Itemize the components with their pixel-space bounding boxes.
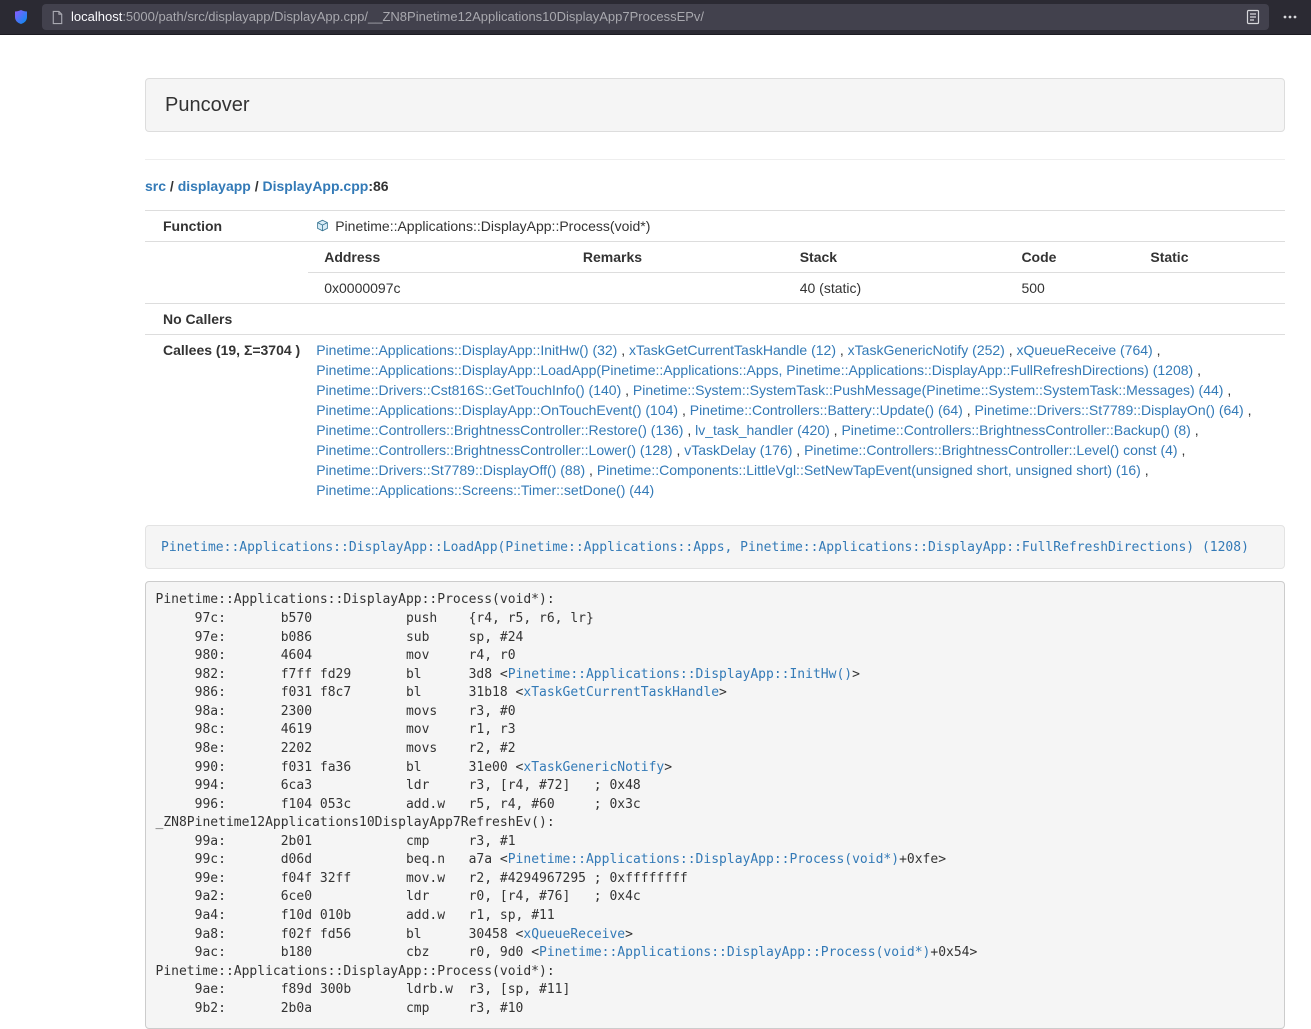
divider bbox=[145, 159, 1285, 160]
code-block: Pinetime::Applications::DisplayApp::Proc… bbox=[145, 581, 1285, 1029]
metric-static bbox=[1142, 272, 1285, 303]
callee-link[interactable]: xTaskGenericNotify (252) bbox=[848, 342, 1005, 358]
page-container: Puncover src / displayapp / DisplayApp.c… bbox=[145, 35, 1285, 1029]
column-static: Static bbox=[1142, 242, 1285, 273]
no-callers-label: No Callers bbox=[145, 303, 308, 334]
function-label: Function bbox=[145, 210, 308, 241]
page-title: Puncover bbox=[165, 94, 250, 116]
code-symbol-link[interactable]: xTaskGetCurrentTaskHandle bbox=[523, 685, 719, 700]
column-remarks: Remarks bbox=[575, 242, 792, 273]
callees-label: Callees (19, Σ=3704 ) bbox=[145, 334, 308, 505]
callee-link[interactable]: Pinetime::Components::LittleVgl::SetNewT… bbox=[597, 462, 1141, 478]
url-text: localhost:5000/path/src/displayapp/Displ… bbox=[71, 8, 1245, 27]
callee-link[interactable]: Pinetime::Applications::DisplayApp::Load… bbox=[316, 362, 1193, 378]
metric-stack: 40 (static) bbox=[792, 272, 1014, 303]
breadcrumb-line-number: :86 bbox=[368, 178, 388, 194]
code-symbol-link[interactable]: xQueueReceive bbox=[523, 927, 625, 942]
metrics-data-row: 0x0000097c 40 (static) 500 bbox=[308, 272, 1285, 303]
breadcrumb-link[interactable]: src bbox=[145, 178, 166, 194]
metrics-table: Address Remarks Stack Code Static 0x0000… bbox=[308, 242, 1285, 303]
browser-toolbar: localhost:5000/path/src/displayapp/Displ… bbox=[0, 0, 1311, 35]
table-row-callees: Callees (19, Σ=3704 ) Pinetime::Applicat… bbox=[145, 334, 1285, 505]
site-identity-page-icon[interactable] bbox=[50, 10, 65, 25]
url-host: localhost bbox=[71, 9, 122, 24]
callers-cell bbox=[308, 303, 1285, 334]
callee-link[interactable]: Pinetime::System::SystemTask::PushMessag… bbox=[633, 382, 1224, 398]
callee-link[interactable]: Pinetime::Drivers::St7789::DisplayOn() (… bbox=[975, 402, 1244, 418]
callee-link[interactable]: xTaskGetCurrentTaskHandle (12) bbox=[629, 342, 836, 358]
callee-link[interactable]: Pinetime::Controllers::BrightnessControl… bbox=[841, 422, 1190, 438]
code-symbol-link[interactable]: Pinetime::Applications::DisplayApp::Init… bbox=[508, 667, 852, 682]
table-row-function: Function Pinetime::Applications::Display… bbox=[145, 210, 1285, 241]
reader-view-icon[interactable] bbox=[1245, 9, 1261, 25]
tracking-protection-shield-icon[interactable] bbox=[8, 4, 34, 30]
callee-link[interactable]: Pinetime::Drivers::St7789::DisplayOff() … bbox=[316, 462, 585, 478]
metric-remarks bbox=[575, 272, 792, 303]
breadcrumb-link[interactable]: displayapp bbox=[178, 178, 251, 194]
symbol-type-icon bbox=[316, 217, 329, 230]
app-header-panel: Puncover bbox=[145, 78, 1285, 132]
callee-link[interactable]: Pinetime::Drivers::Cst816S::GetTouchInfo… bbox=[316, 382, 621, 398]
callee-link[interactable]: Pinetime::Controllers::BrightnessControl… bbox=[316, 442, 672, 458]
callee-link[interactable]: lv_task_handler (420) bbox=[695, 422, 830, 438]
callee-link[interactable]: Pinetime::Controllers::BrightnessControl… bbox=[316, 422, 683, 438]
callee-link[interactable]: Pinetime::Applications::DisplayApp::OnTo… bbox=[316, 402, 678, 418]
url-path: :5000/path/src/displayapp/DisplayApp.cpp… bbox=[122, 9, 704, 24]
code-symbol-link[interactable]: Pinetime::Applications::DisplayApp::Proc… bbox=[508, 852, 899, 867]
function-name: Pinetime::Applications::DisplayApp::Proc… bbox=[335, 218, 650, 234]
column-stack: Stack bbox=[792, 242, 1014, 273]
function-table: Function Pinetime::Applications::Display… bbox=[145, 210, 1285, 505]
callees-cell: Pinetime::Applications::DisplayApp::Init… bbox=[308, 334, 1285, 505]
callee-link[interactable]: Pinetime::Applications::DisplayApp::Init… bbox=[316, 342, 617, 358]
column-address: Address bbox=[308, 242, 575, 273]
callee-link[interactable]: xQueueReceive (764) bbox=[1017, 342, 1153, 358]
spacer-cell bbox=[145, 241, 308, 303]
callee-link[interactable]: Pinetime::Controllers::BrightnessControl… bbox=[804, 442, 1177, 458]
code-symbol-link[interactable]: Pinetime::Applications::DisplayApp::Proc… bbox=[539, 945, 930, 960]
metrics-header-row: Address Remarks Stack Code Static bbox=[308, 242, 1285, 273]
table-row-callers: No Callers bbox=[145, 303, 1285, 334]
function-name-cell: Pinetime::Applications::DisplayApp::Proc… bbox=[308, 210, 1285, 241]
url-bar[interactable]: localhost:5000/path/src/displayapp/Displ… bbox=[42, 4, 1269, 30]
metric-address: 0x0000097c bbox=[308, 272, 575, 303]
overflow-menu-icon[interactable] bbox=[1277, 4, 1303, 30]
table-row-metrics: Address Remarks Stack Code Static 0x0000… bbox=[145, 241, 1285, 303]
breadcrumb: src / displayapp / DisplayApp.cpp:86 bbox=[145, 177, 1285, 197]
callee-link[interactable]: vTaskDelay (176) bbox=[684, 442, 792, 458]
callee-link[interactable]: Pinetime::Applications::Screens::Timer::… bbox=[316, 482, 654, 498]
breadcrumb-link[interactable]: DisplayApp.cpp bbox=[263, 178, 369, 194]
code-symbol-link[interactable]: xTaskGenericNotify bbox=[523, 760, 664, 775]
metric-code: 500 bbox=[1013, 272, 1142, 303]
column-code: Code bbox=[1013, 242, 1142, 273]
highlighted-symbol-box: Pinetime::Applications::DisplayApp::Load… bbox=[145, 525, 1285, 569]
highlighted-symbol-link[interactable]: Pinetime::Applications::DisplayApp::Load… bbox=[161, 540, 1249, 555]
callee-link[interactable]: Pinetime::Controllers::Battery::Update()… bbox=[690, 402, 963, 418]
